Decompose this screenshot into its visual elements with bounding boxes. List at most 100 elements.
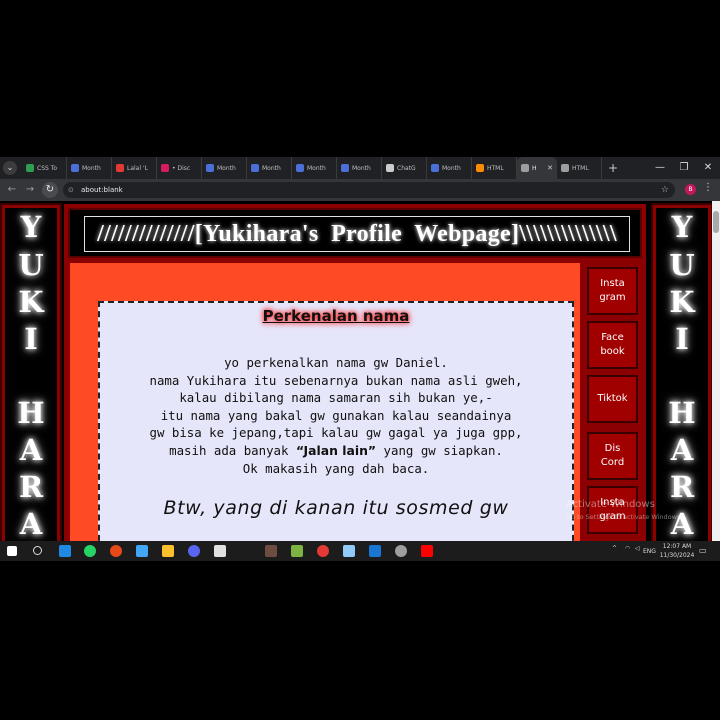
app-icon[interactable] — [265, 545, 277, 557]
clock-date[interactable]: 11/30/2024 — [659, 552, 695, 559]
instagram-button-2[interactable]: Insta gram — [587, 486, 638, 534]
tab-strip: CSS To Month Lalal 'L • Disc Month Month Month… — [22, 157, 624, 179]
network-icon[interactable]: ◠ — [625, 545, 630, 552]
discord-button[interactable]: Dis Cord — [587, 432, 638, 480]
card-line: Ok makasih yang dah baca. — [242, 460, 430, 476]
youtube-icon[interactable] — [421, 545, 433, 557]
facebook-button[interactable]: Face book — [587, 321, 638, 369]
tab-item[interactable]: Month — [247, 157, 292, 179]
discord-icon[interactable] — [188, 545, 200, 557]
right-name-column: YUKIHARA — [651, 203, 712, 541]
tab-label: Month — [217, 164, 236, 172]
tab-active[interactable]: H ✕ — [517, 157, 557, 179]
restore-button[interactable]: ❐ — [672, 157, 696, 179]
left-name-column: YUKIHARA — [0, 203, 62, 541]
tab-favicon-icon — [431, 164, 439, 172]
tab-favicon-icon — [476, 164, 484, 172]
security-icon[interactable] — [214, 545, 226, 557]
bookmark-star-icon[interactable]: ☆ — [661, 182, 669, 198]
tab-favicon-icon — [561, 164, 569, 172]
tab-item[interactable]: CSS To — [22, 157, 67, 179]
side-letter: I — [675, 322, 689, 356]
side-letter: R — [18, 470, 44, 504]
url-text: about:blank — [81, 186, 123, 194]
tab-item[interactable]: HTML — [472, 157, 517, 179]
instagram-button[interactable]: Insta gram — [587, 267, 638, 315]
close-window-button[interactable]: ✕ — [696, 157, 720, 179]
side-letter: H — [17, 396, 45, 430]
card-line: nama Yukihara itu sebenarnya bukan nama … — [149, 372, 523, 388]
chrome-icon[interactable] — [317, 545, 329, 557]
tab-item[interactable]: Month — [292, 157, 337, 179]
tab-item[interactable]: Lalal 'L — [112, 157, 157, 179]
minecraft-icon[interactable] — [291, 545, 303, 557]
tab-favicon-icon — [341, 164, 349, 172]
tab-label: HTML — [487, 164, 504, 172]
start-icon[interactable] — [7, 546, 17, 556]
tray-chevron-icon[interactable]: ^ — [612, 545, 617, 552]
whatsapp-icon[interactable] — [84, 545, 96, 557]
tab-item[interactable]: • Disc — [157, 157, 202, 179]
file-explorer-icon[interactable] — [162, 545, 174, 557]
control-panel-icon[interactable] — [343, 545, 355, 557]
tab-favicon-icon — [386, 164, 394, 172]
tiktok-button[interactable]: Tiktok — [587, 375, 638, 423]
browser-menu-icon[interactable]: ⋮ — [703, 182, 713, 193]
profile-avatar[interactable]: B — [685, 184, 696, 195]
header-inner-border: //////////////[Yukihara's Profile Webpag… — [84, 216, 630, 252]
tab-label: HTML — [572, 164, 589, 172]
tab-label: ChatG — [397, 164, 416, 172]
tab-close-icon[interactable]: ✕ — [547, 164, 553, 172]
tab-item[interactable]: HTML — [557, 157, 602, 179]
clock-time[interactable]: 12:07 AM — [662, 543, 692, 550]
mail-icon[interactable] — [136, 545, 148, 557]
side-letter: Y — [671, 210, 693, 244]
card-title: Perkenalan nama — [262, 307, 410, 325]
side-letter: K — [669, 285, 695, 319]
activate-windows-subtitle: Go to Settings to activate Windows. — [566, 513, 683, 521]
reload-button[interactable]: ↻ — [42, 182, 58, 198]
tab-search-button[interactable]: ⌄ — [3, 161, 17, 175]
search-icon[interactable] — [33, 546, 42, 555]
volume-icon[interactable]: ◁ — [635, 545, 640, 552]
jalan-lain-emphasis: “Jalan lain” — [295, 442, 377, 458]
site-info-icon[interactable]: ⊙ — [68, 182, 74, 198]
side-letter: U — [18, 248, 44, 282]
activate-windows-title: Activate Windows — [566, 499, 655, 510]
page-scrollbar[interactable] — [712, 201, 720, 541]
back-button[interactable]: ← — [4, 182, 20, 198]
tab-item[interactable]: Month — [427, 157, 472, 179]
browser-tab-bar: ⌄ CSS To Month Lalal 'L • Disc Month Month Mon… — [0, 157, 720, 179]
notification-icon[interactable]: ▭ — [699, 546, 707, 555]
card-footer: Btw, yang di kanan itu sosmed gw — [163, 497, 509, 519]
edge-icon[interactable] — [59, 545, 71, 557]
side-letter: A — [19, 507, 43, 541]
tab-item[interactable]: Month — [337, 157, 382, 179]
tab-label: Month — [442, 164, 461, 172]
minimize-button[interactable]: — — [648, 157, 672, 179]
tab-favicon-icon — [251, 164, 259, 172]
tab-label: Month — [352, 164, 371, 172]
github-icon[interactable] — [395, 545, 407, 557]
side-letter: H — [668, 396, 696, 430]
forward-button[interactable]: → — [22, 182, 38, 198]
vscode-icon[interactable] — [369, 545, 381, 557]
web-page: YUKIHARA //////////////[Yukihara's Profi… — [0, 201, 712, 541]
address-bar[interactable]: ⊙ about:blank ☆ — [63, 182, 675, 198]
tab-favicon-icon — [296, 164, 304, 172]
scrollbar-thumb[interactable] — [713, 211, 719, 233]
tab-favicon-icon — [71, 164, 79, 172]
card-line: yo perkenalkan nama gw Daniel. — [224, 355, 448, 370]
language-indicator[interactable]: ENG — [643, 548, 656, 555]
media-player-icon[interactable] — [110, 545, 122, 557]
tab-label: CSS To — [37, 164, 58, 172]
new-tab-button[interactable]: + — [602, 157, 624, 179]
card-line-text: yang gw siapkan. — [376, 442, 503, 458]
page-title: //////////////[Yukihara's Profile Webpag… — [97, 220, 617, 247]
tab-item[interactable]: Month — [67, 157, 112, 179]
tab-favicon-icon — [206, 164, 214, 172]
tab-item[interactable]: ChatG — [382, 157, 427, 179]
tab-label: Month — [82, 164, 101, 172]
intro-card: Perkenalan nama yo perkenalkan nama gw D… — [98, 301, 574, 541]
tab-item[interactable]: Month — [202, 157, 247, 179]
